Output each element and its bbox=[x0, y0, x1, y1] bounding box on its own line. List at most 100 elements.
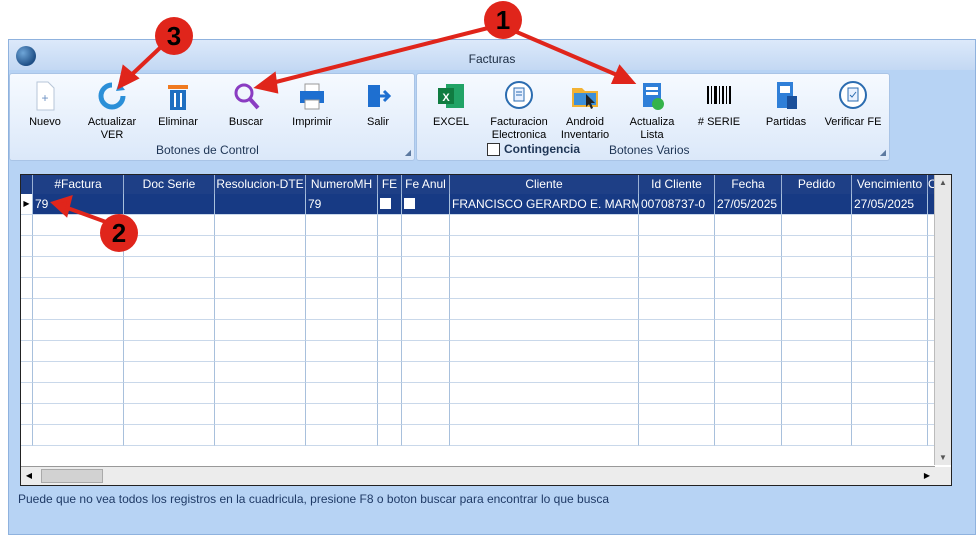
table-cell[interactable] bbox=[715, 278, 782, 299]
scroll-down-icon[interactable]: ▼ bbox=[935, 450, 951, 465]
table-cell[interactable] bbox=[306, 341, 378, 362]
table-cell[interactable]: 79 bbox=[306, 194, 378, 215]
table-cell[interactable] bbox=[715, 299, 782, 320]
column-header[interactable]: NumeroMH bbox=[306, 175, 378, 194]
table-cell[interactable] bbox=[639, 383, 715, 404]
table-cell[interactable]: 79 bbox=[33, 194, 124, 215]
table-cell[interactable] bbox=[402, 362, 450, 383]
row-indicator[interactable] bbox=[21, 257, 33, 278]
serie-button[interactable]: # SERIE bbox=[687, 80, 751, 129]
row-indicator[interactable] bbox=[21, 215, 33, 236]
row-indicator[interactable] bbox=[21, 299, 33, 320]
table-row[interactable] bbox=[21, 320, 938, 341]
table-cell[interactable] bbox=[852, 404, 928, 425]
table-cell[interactable] bbox=[852, 278, 928, 299]
table-cell[interactable] bbox=[306, 404, 378, 425]
table-cell[interactable] bbox=[402, 425, 450, 446]
row-indicator[interactable] bbox=[21, 341, 33, 362]
table-cell[interactable] bbox=[306, 299, 378, 320]
table-cell[interactable] bbox=[715, 425, 782, 446]
row-indicator[interactable] bbox=[21, 320, 33, 341]
table-cell[interactable] bbox=[215, 257, 306, 278]
eliminar-button[interactable]: Eliminar bbox=[146, 80, 210, 129]
scroll-left-icon[interactable]: ◀ bbox=[21, 468, 37, 483]
buscar-button[interactable]: Buscar bbox=[214, 80, 278, 129]
actualizar-ver-button[interactable]: Actualizar VER bbox=[80, 80, 144, 142]
table-cell[interactable] bbox=[782, 341, 852, 362]
column-header[interactable]: Fe Anul bbox=[402, 175, 450, 194]
table-cell[interactable] bbox=[782, 320, 852, 341]
column-header[interactable]: Cliente bbox=[450, 175, 639, 194]
table-cell[interactable] bbox=[402, 194, 450, 215]
scroll-up-icon[interactable]: ▲ bbox=[935, 175, 951, 190]
table-cell[interactable] bbox=[215, 236, 306, 257]
table-cell[interactable] bbox=[715, 341, 782, 362]
table-cell[interactable] bbox=[124, 257, 215, 278]
table-cell[interactable] bbox=[852, 236, 928, 257]
table-cell[interactable] bbox=[782, 299, 852, 320]
table-cell[interactable] bbox=[715, 236, 782, 257]
table-cell[interactable] bbox=[450, 425, 639, 446]
table-cell[interactable] bbox=[215, 404, 306, 425]
android-inventario-button[interactable]: Android Inventario bbox=[553, 80, 617, 142]
column-header[interactable]: Id Cliente bbox=[639, 175, 715, 194]
table-row[interactable]: ▶ 79 79 FRANCISCO GERARDO E. MARM 00708737-0… bbox=[21, 194, 938, 215]
table-cell[interactable] bbox=[33, 404, 124, 425]
table-cell[interactable] bbox=[378, 278, 402, 299]
nuevo-button[interactable]: + Nuevo bbox=[13, 80, 77, 129]
table-cell[interactable] bbox=[450, 299, 639, 320]
table-cell[interactable] bbox=[33, 299, 124, 320]
table-cell[interactable] bbox=[782, 278, 852, 299]
table-cell[interactable] bbox=[639, 404, 715, 425]
current-row-indicator-icon[interactable]: ▶ bbox=[21, 194, 33, 215]
table-row[interactable] bbox=[21, 362, 938, 383]
table-cell[interactable] bbox=[639, 215, 715, 236]
table-cell[interactable] bbox=[33, 362, 124, 383]
table-cell[interactable] bbox=[782, 362, 852, 383]
table-cell[interactable] bbox=[124, 320, 215, 341]
table-cell[interactable] bbox=[124, 383, 215, 404]
row-indicator[interactable] bbox=[21, 425, 33, 446]
actualiza-lista-button[interactable]: Actualiza Lista bbox=[620, 80, 684, 142]
table-cell[interactable] bbox=[378, 404, 402, 425]
table-cell[interactable] bbox=[378, 362, 402, 383]
table-cell[interactable] bbox=[450, 362, 639, 383]
table-cell[interactable] bbox=[402, 236, 450, 257]
table-cell[interactable] bbox=[378, 341, 402, 362]
table-cell[interactable] bbox=[782, 404, 852, 425]
table-cell[interactable] bbox=[33, 341, 124, 362]
table-row[interactable] bbox=[21, 383, 938, 404]
salir-button[interactable]: Salir bbox=[346, 80, 410, 129]
table-cell[interactable] bbox=[306, 215, 378, 236]
table-cell[interactable] bbox=[33, 257, 124, 278]
table-cell[interactable] bbox=[378, 215, 402, 236]
table-row[interactable] bbox=[21, 257, 938, 278]
table-cell[interactable] bbox=[450, 404, 639, 425]
table-cell[interactable] bbox=[639, 236, 715, 257]
table-cell[interactable] bbox=[402, 278, 450, 299]
table-cell[interactable] bbox=[852, 257, 928, 278]
table-cell[interactable] bbox=[639, 362, 715, 383]
table-cell[interactable] bbox=[215, 362, 306, 383]
table-cell[interactable] bbox=[715, 383, 782, 404]
table-cell[interactable] bbox=[450, 383, 639, 404]
row-indicator[interactable] bbox=[21, 404, 33, 425]
imprimir-button[interactable]: Imprimir bbox=[280, 80, 344, 129]
table-cell[interactable] bbox=[715, 215, 782, 236]
table-cell[interactable] bbox=[378, 194, 402, 215]
table-cell[interactable] bbox=[402, 299, 450, 320]
excel-button[interactable]: X EXCEL bbox=[419, 80, 483, 129]
table-cell[interactable] bbox=[402, 341, 450, 362]
table-row[interactable] bbox=[21, 341, 938, 362]
horizontal-scrollbar[interactable]: ◀ ▶ bbox=[21, 466, 935, 485]
table-cell[interactable] bbox=[124, 194, 215, 215]
table-cell[interactable] bbox=[852, 320, 928, 341]
group-launcher-icon[interactable]: ◢ bbox=[880, 148, 886, 157]
table-cell[interactable] bbox=[782, 236, 852, 257]
row-indicator[interactable] bbox=[21, 236, 33, 257]
row-indicator[interactable] bbox=[21, 278, 33, 299]
table-row[interactable] bbox=[21, 215, 938, 236]
column-header[interactable]: Doc Serie bbox=[124, 175, 215, 194]
table-cell[interactable] bbox=[33, 278, 124, 299]
table-cell[interactable] bbox=[639, 425, 715, 446]
